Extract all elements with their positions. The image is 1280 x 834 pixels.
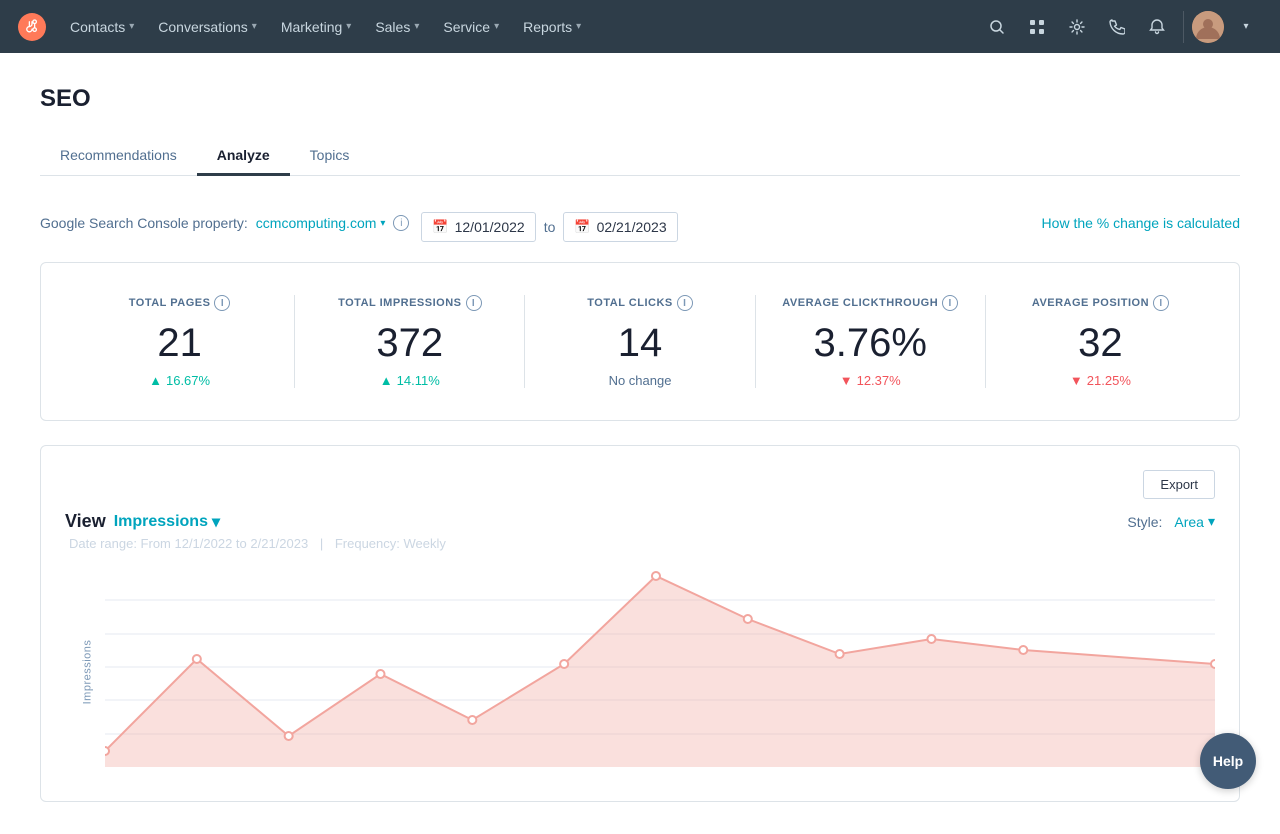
nav-icons: ▾ [979, 9, 1264, 45]
arrow-down-icon: ▼ [840, 373, 853, 388]
nav-contacts[interactable]: Contacts ▾ [60, 13, 144, 41]
chart-card: Export View Impressions ▾ Style: Area ▾ … [40, 445, 1240, 802]
total-pages-info-icon[interactable]: i [214, 295, 230, 311]
stat-change-total-clicks: No change [609, 373, 672, 388]
stat-change-total-pages: ▲ 16.67% [149, 373, 210, 388]
stat-value-avg-clickthrough: 3.76% [814, 323, 927, 363]
filter-left: Google Search Console property: ccmcompu… [40, 204, 678, 242]
chevron-down-icon: ▾ [414, 21, 419, 32]
nav-divider [1183, 11, 1184, 43]
property-link[interactable]: ccmcomputing.com ▾ [256, 215, 386, 231]
arrow-up-icon: ▲ [149, 373, 162, 388]
chart-header: View Impressions ▾ Style: Area ▾ [65, 511, 1215, 532]
nav-reports[interactable]: Reports ▾ [513, 13, 591, 41]
stat-label-total-impressions: TOTAL IMPRESSIONS i [338, 295, 481, 311]
console-label: Google Search Console property: [40, 215, 248, 231]
style-dropdown[interactable]: Area ▾ [1174, 513, 1215, 530]
hubspot-logo[interactable] [16, 11, 48, 43]
property-caret-icon: ▾ [380, 218, 385, 229]
settings-button[interactable] [1059, 9, 1095, 45]
tabs-container: Recommendations Analyze Topics [40, 137, 1240, 176]
arrow-up-icon: ▲ [380, 373, 393, 388]
main-content: SEO Recommendations Analyze Topics Googl… [0, 53, 1280, 834]
export-button[interactable]: Export [1143, 470, 1215, 499]
stat-label-total-clicks: TOTAL CLICKS i [587, 295, 692, 311]
to-label: to [544, 219, 556, 235]
stat-value-total-clicks: 14 [618, 323, 663, 363]
tab-analyze[interactable]: Analyze [197, 137, 290, 176]
calendar-icon: 📅 [574, 219, 590, 235]
stat-total-impressions: TOTAL IMPRESSIONS i 372 ▲ 14.11% [295, 295, 525, 388]
stat-change-total-impressions: ▲ 14.11% [380, 373, 440, 388]
arrow-down-icon: ▼ [1070, 373, 1083, 388]
date-to-input[interactable]: 📅 02/21/2023 [563, 212, 677, 242]
total-impressions-info-icon[interactable]: i [466, 295, 482, 311]
stat-value-total-impressions: 372 [376, 323, 443, 363]
stat-value-avg-position: 32 [1078, 323, 1123, 363]
property-info-icon[interactable]: i [393, 215, 409, 231]
style-caret-icon: ▾ [1208, 513, 1215, 530]
stat-label-total-pages: TOTAL PAGES i [129, 295, 231, 311]
stat-avg-position: AVERAGE POSITION i 32 ▼ 21.25% [986, 295, 1215, 388]
area-chart: 60 50 40 30 [105, 567, 1215, 767]
stat-value-total-pages: 21 [157, 323, 202, 363]
stat-total-pages: TOTAL PAGES i 21 ▲ 16.67% [65, 295, 295, 388]
avg-position-info-icon[interactable]: i [1153, 295, 1169, 311]
date-range-inputs: 📅 12/01/2022 to 📅 02/21/2023 [421, 212, 677, 242]
chevron-down-icon: ▾ [129, 21, 134, 32]
nav-conversations[interactable]: Conversations ▾ [148, 13, 267, 41]
stat-change-avg-position: ▼ 21.25% [1070, 373, 1131, 388]
nav-sales[interactable]: Sales ▾ [365, 13, 429, 41]
page-title: SEO [40, 85, 1240, 113]
notifications-button[interactable] [1139, 9, 1175, 45]
chevron-down-icon: ▾ [494, 21, 499, 32]
stat-avg-clickthrough: AVERAGE CLICKTHROUGH i 3.76% ▼ 12.37% [756, 295, 986, 388]
search-button[interactable] [979, 9, 1015, 45]
avg-clickthrough-info-icon[interactable]: i [942, 295, 958, 311]
metric-caret-icon: ▾ [212, 512, 220, 532]
nav-service[interactable]: Service ▾ [433, 13, 509, 41]
help-button[interactable]: Help [1200, 733, 1256, 789]
chevron-down-icon: ▾ [252, 21, 257, 32]
view-label: View [65, 511, 106, 532]
user-avatar[interactable] [1192, 11, 1224, 43]
stat-label-avg-position: AVERAGE POSITION i [1032, 295, 1169, 311]
calls-button[interactable] [1099, 9, 1135, 45]
total-clicks-info-icon[interactable]: i [677, 295, 693, 311]
filter-row: Google Search Console property: ccmcompu… [40, 204, 1240, 242]
stat-total-clicks: TOTAL CLICKS i 14 No change [525, 295, 755, 388]
stat-change-avg-clickthrough: ▼ 12.37% [840, 373, 901, 388]
navbar: Contacts ▾ Conversations ▾ Marketing ▾ S… [0, 0, 1280, 53]
chart-area: Impressions 60 50 40 30 [65, 567, 1215, 777]
stat-label-avg-clickthrough: AVERAGE CLICKTHROUGH i [782, 295, 958, 311]
tab-topics[interactable]: Topics [290, 137, 370, 176]
date-from-input[interactable]: 📅 12/01/2022 [421, 212, 535, 242]
stats-card: TOTAL PAGES i 21 ▲ 16.67% TOTAL IMPRESSI… [40, 262, 1240, 421]
nav-marketing[interactable]: Marketing ▾ [271, 13, 362, 41]
style-label: Style: [1127, 514, 1162, 530]
calendar-icon: 📅 [432, 219, 448, 235]
console-label-row: Google Search Console property: ccmcompu… [40, 215, 409, 231]
chart-subtext: Date range: From 12/1/2022 to 2/21/2023 … [65, 536, 1215, 551]
chart-header-left: View Impressions ▾ [65, 511, 220, 532]
tab-recommendations[interactable]: Recommendations [40, 137, 197, 176]
chevron-down-icon: ▾ [346, 21, 351, 32]
apps-button[interactable] [1019, 9, 1055, 45]
user-menu-chevron[interactable]: ▾ [1228, 9, 1264, 45]
metric-dropdown[interactable]: Impressions ▾ [114, 512, 220, 532]
pct-change-link[interactable]: How the % change is calculated [1042, 215, 1240, 231]
chart-header-right: Style: Area ▾ [1127, 513, 1215, 530]
y-axis-label: Impressions [81, 640, 93, 705]
chevron-down-icon: ▾ [576, 21, 581, 32]
